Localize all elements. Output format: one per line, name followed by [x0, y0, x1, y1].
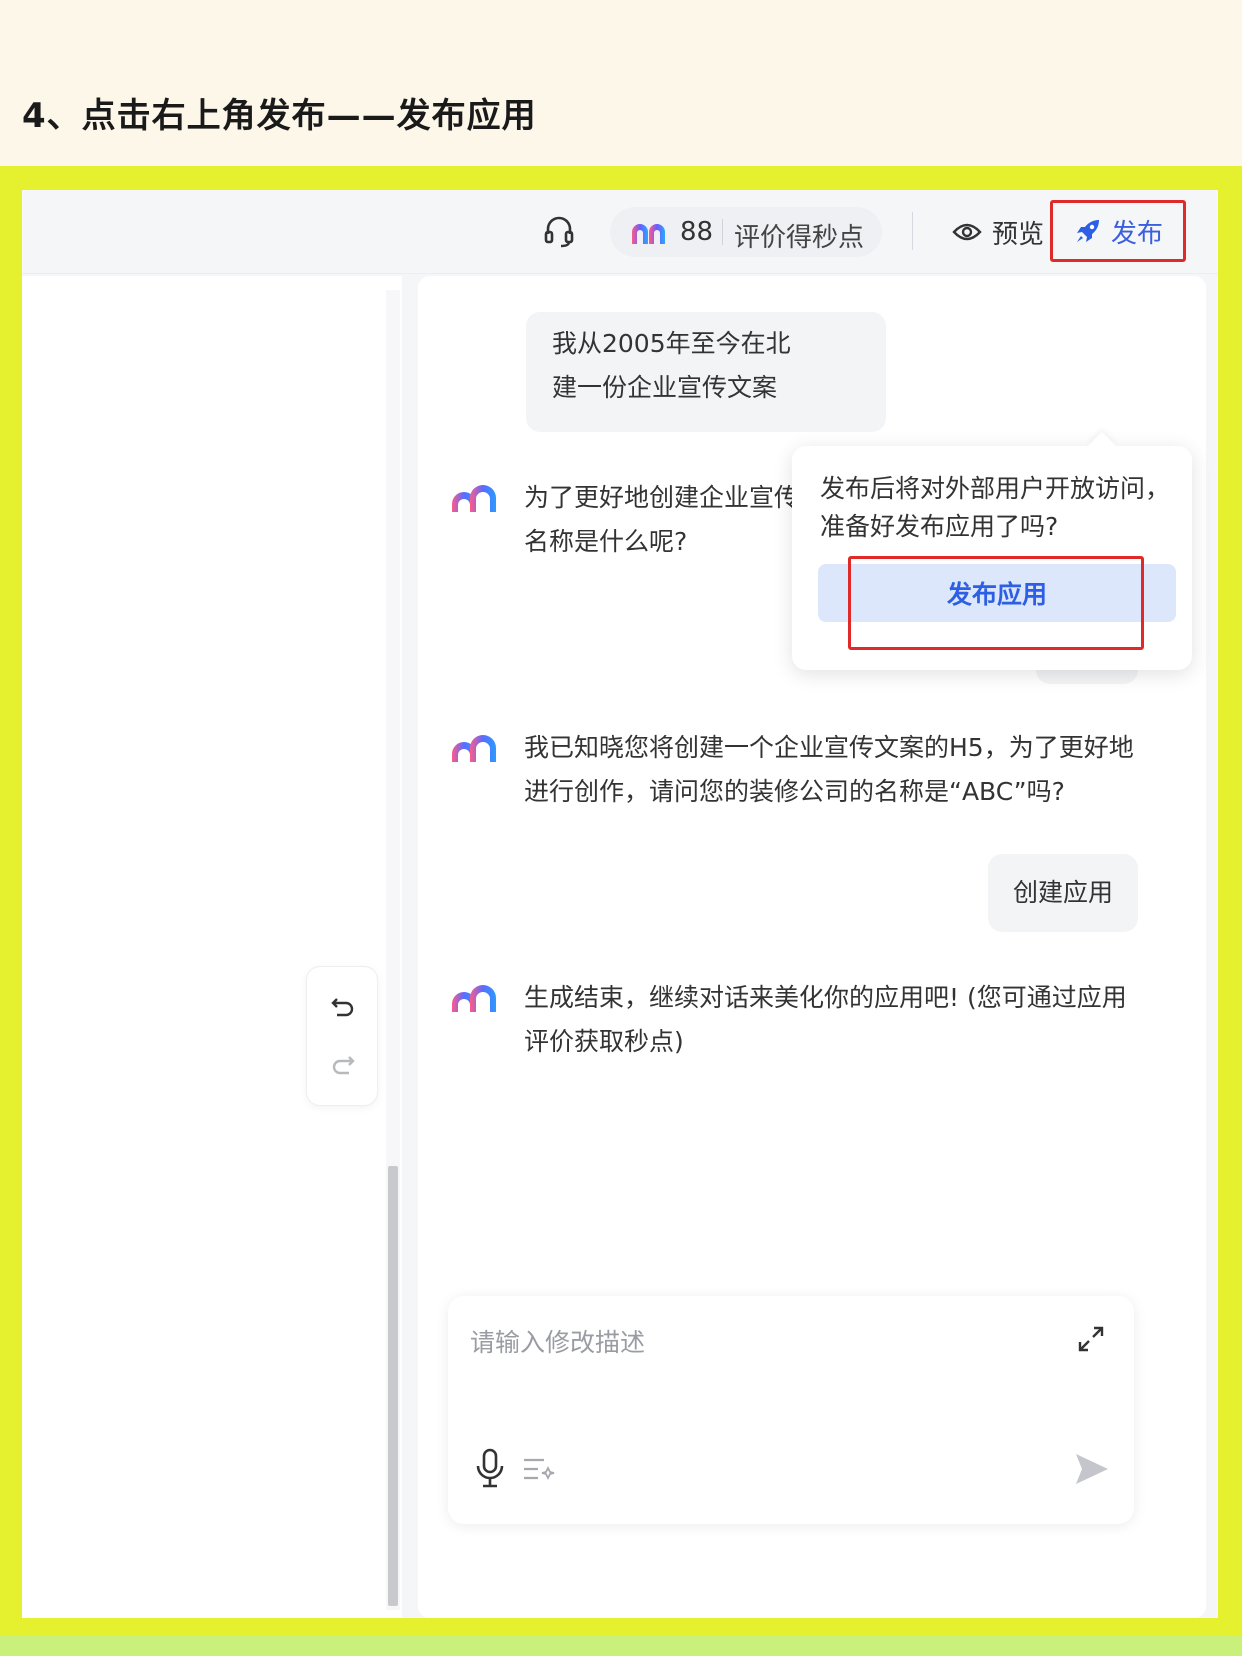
- send-icon[interactable]: [1072, 1450, 1110, 1488]
- redo-icon[interactable]: [329, 1051, 357, 1079]
- user-message-bubble: 创建应用: [988, 854, 1138, 932]
- app-screen: 88 评价得秒点 预览 发布 我从2005年至今在北 建一份企业宣传文案 为了更…: [22, 190, 1218, 1618]
- undo-redo-toolbar: [306, 966, 378, 1106]
- undo-icon[interactable]: [329, 993, 357, 1021]
- publish-app-highlight-box: [848, 556, 1144, 650]
- top-bar: 88 评价得秒点 预览 发布: [22, 190, 1218, 274]
- expand-icon[interactable]: [1076, 1324, 1106, 1354]
- preview-label: 预览: [992, 219, 1045, 250]
- user-message-line: 我从2005年至今在北: [552, 329, 791, 358]
- headset-icon[interactable]: [542, 214, 576, 248]
- points-label: 评价得秒点: [734, 223, 865, 253]
- assistant-avatar-icon: [452, 985, 496, 1012]
- preview-button[interactable]: 预览: [952, 210, 1044, 254]
- assistant-avatar-icon: [452, 485, 496, 512]
- message-composer: [448, 1296, 1134, 1524]
- preview-scrollbar-thumb[interactable]: [388, 1166, 398, 1606]
- eye-icon: [952, 223, 982, 241]
- microphone-icon[interactable]: [474, 1448, 506, 1488]
- assistant-message: 我已知晓您将创建一个企业宣传文案的H5，为了更好地进行创作，请问您的装修公司的名…: [450, 726, 1140, 816]
- prompt-list-icon[interactable]: [522, 1454, 556, 1484]
- popover-message: 发布后将对外部用户开放访问，准备好发布应用了吗?: [820, 474, 1171, 541]
- rocket-icon: [1076, 220, 1099, 242]
- user-message-bubble: 我从2005年至今在北 建一份企业宣传文案: [526, 312, 886, 432]
- points-value: 88: [680, 217, 714, 247]
- step-title: 4、点击右上角发布——发布应用: [22, 96, 537, 136]
- points-pill[interactable]: 88 评价得秒点: [610, 207, 882, 257]
- points-divider: [722, 219, 723, 245]
- assistant-avatar-icon: [452, 735, 496, 762]
- assistant-message: 生成结束，继续对话来美化你的应用吧! (您可通过应用评价获取秒点): [450, 976, 1140, 1066]
- frame-bottom-strip: [0, 1636, 1242, 1656]
- assistant-message-text: 我已知晓您将创建一个企业宣传文案的H5，为了更好地进行创作，请问您的装修公司的名…: [524, 733, 1134, 806]
- preview-panel: [22, 276, 402, 1618]
- assistant-message-text: 生成结束，继续对话来美化你的应用吧! (您可通过应用评价获取秒点): [524, 983, 1127, 1056]
- modify-description-input[interactable]: [470, 1322, 1030, 1362]
- toolbar-divider: [912, 212, 913, 250]
- publish-label: 发布: [1110, 218, 1163, 249]
- user-message-line: 建一份企业宣传文案: [552, 373, 778, 402]
- publish-button[interactable]: 发布: [1050, 200, 1186, 262]
- points-logo-icon: [632, 224, 665, 244]
